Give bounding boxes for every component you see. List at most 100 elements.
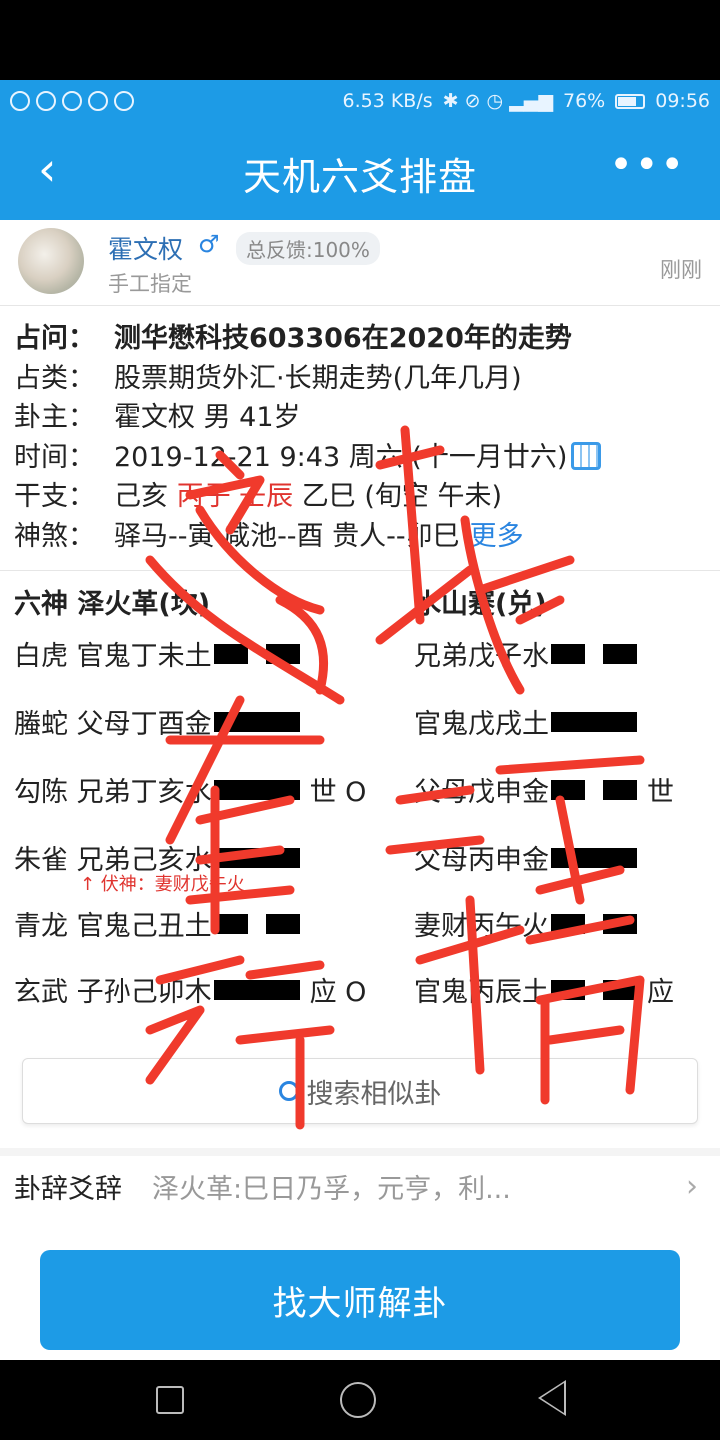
yao-mark: 应: [647, 977, 674, 1008]
battery-percent: 76%: [563, 90, 606, 112]
find-master-button[interactable]: 找大师解卦: [40, 1250, 680, 1350]
yao-line-right: 父母戊申金 世: [414, 770, 674, 809]
yao-text: 青龙 官鬼己丑土: [14, 911, 212, 942]
yao-line-right: 官鬼丙辰土 应: [414, 970, 674, 1009]
battery-icon: [615, 93, 646, 109]
search-similar-button[interactable]: 搜索相似卦: [22, 1058, 698, 1124]
owner-row: 卦主： 霍文权 男 41岁: [14, 395, 714, 435]
yao-line-left: 玄武 子孙己卯木 应 O: [14, 970, 366, 1009]
fushen-note: ↑ 伏神：妻财戊午火: [80, 874, 245, 895]
shensha-label: 神煞：: [14, 520, 95, 552]
back-nav-icon[interactable]: [538, 1380, 566, 1416]
feedback-badge: 总反馈:100%: [236, 232, 380, 265]
yao-line-left: 螣蛇 父母丁酉金: [14, 702, 310, 741]
ganzhi-label: 干支：: [14, 481, 95, 512]
time-ago: 刚刚: [660, 258, 702, 282]
user-name[interactable]: 霍文权: [108, 230, 183, 266]
section-divider: [0, 1148, 720, 1156]
ganzhi-year: 己亥: [114, 481, 168, 512]
yao-text: 螣蛇 父母丁酉金: [14, 709, 212, 740]
category-label: 占类：: [14, 362, 95, 394]
owner-label: 卦主：: [14, 402, 95, 433]
top-black-bar: [0, 0, 720, 80]
status-bar: 6.53 KB/s ✱ ⊘ ◷ ▂▄▆ 76% 09:56: [0, 80, 720, 122]
search-similar-label: 搜索相似卦: [306, 1078, 442, 1110]
guaci-row[interactable]: 卦辞爻辞 泽火革:巳日乃孚，元亨，利... ›: [14, 1164, 714, 1208]
more-link[interactable]: 更多: [470, 521, 524, 552]
yao-line-right: 官鬼戊戌土: [414, 702, 647, 741]
yao-text: 官鬼戊戌土: [414, 709, 549, 740]
divination-info: 占问： 测华懋科技603306在2020年的走势 占类： 股票期货外汇·长期走势(几…: [14, 316, 714, 553]
question-text: 测华懋科技603306在2020年的走势: [114, 323, 572, 354]
yao-bar: [551, 847, 637, 868]
guaci-label: 卦辞爻辞: [14, 1173, 122, 1205]
yao-line-left: 青龙 官鬼己丑土: [14, 904, 310, 943]
ganzhi-hour: 乙巳 (旬空 午未): [301, 481, 503, 512]
yao-text: 官鬼丙辰土: [414, 977, 549, 1008]
notification-icon: [62, 91, 82, 111]
clock: 09:56: [655, 90, 710, 112]
yao-line-right: 妻财丙午火: [414, 904, 647, 943]
time-label: 时间：: [14, 441, 95, 473]
yao-text: 父母戊申金: [414, 777, 549, 808]
time-row: 时间： 2019-12-21 9:43 周六 (十一月廿六): [14, 435, 714, 475]
battery-fill: [618, 96, 637, 106]
hexagram-right-header: 水山蹇(兑): [414, 589, 547, 620]
user-subtitle: 手工指定: [108, 272, 192, 296]
yao-text: 勾陈 兄弟丁亥水: [14, 777, 212, 808]
yao-text: 妻财丙午火: [414, 911, 549, 942]
question-label: 占问：: [14, 323, 95, 354]
yao-text: 兄弟戊子水: [414, 641, 549, 672]
notification-icon: [36, 91, 56, 111]
home-icon[interactable]: [340, 1382, 376, 1418]
ganzhi-row: 干支： 己亥 丙子 壬辰 乙巳 (旬空 午未): [14, 474, 714, 514]
more-menu-icon[interactable]: •••: [609, 142, 686, 188]
shensha-text: 驿马--寅 咸池--酉 贵人--卯巳: [114, 520, 460, 552]
yao-text: 玄武 子孙己卯木: [14, 977, 212, 1008]
yao-bar: [551, 779, 637, 800]
yao-bar: [213, 979, 300, 1000]
yao-text: 白虎 官鬼丁未土: [14, 641, 212, 672]
yao-bar: [213, 711, 300, 732]
network-speed: 6.53 KB/s: [342, 90, 433, 112]
notification-icons: [10, 91, 134, 111]
system-nav-bar: [0, 1360, 720, 1440]
search-icon: [278, 1081, 299, 1101]
yao-bar: [551, 979, 637, 1000]
ganzhi-month-day: 丙子 壬辰: [176, 481, 294, 512]
chevron-right-icon: ›: [686, 1168, 698, 1204]
category-text: 股票期货外汇·长期走势(几年几月): [114, 362, 522, 394]
signal-icon: ✱ ⊘ ◷ ▂▄▆: [442, 90, 553, 112]
yao-mark: 世: [647, 777, 674, 808]
shensha-row: 神煞： 驿马--寅 咸池--酉 贵人--卯巳 更多: [14, 514, 714, 554]
yao-bar: [551, 643, 637, 664]
notification-icon: [114, 91, 134, 111]
yao-line-right: 兄弟戊子水: [414, 634, 647, 673]
yao-bar: [213, 779, 300, 800]
calendar-icon[interactable]: [571, 441, 602, 470]
yao-line-left: 白虎 官鬼丁未土: [14, 634, 310, 673]
hexagram-left-header: 六神 泽火革(坎): [14, 589, 211, 620]
avatar[interactable]: [18, 228, 84, 294]
time-text: 2019-12-21 9:43 周六 (十一月廿六): [114, 441, 568, 473]
yao-text: 父母丙申金: [414, 845, 549, 876]
question-row: 占问： 测华懋科技603306在2020年的走势: [14, 316, 714, 356]
notification-icon: [88, 91, 108, 111]
divider: [0, 570, 720, 571]
content: 霍文权 ♂ 总反馈:100% 手工指定 刚刚 占问： 测华懋科技603306在20…: [0, 220, 720, 1360]
category-row: 占类： 股票期货外汇·长期走势(几年几月): [14, 356, 714, 396]
hexagram-panel: 六神 泽火革(坎) 水山蹇(兑) 白虎 官鬼丁未土 螣蛇 父母丁酉金 勾陈 兄弟…: [0, 578, 720, 1018]
recent-apps-icon[interactable]: [156, 1386, 184, 1414]
yao-mark: 世 O: [309, 777, 367, 808]
yao-bar: [551, 711, 637, 732]
yao-line-right: 父母丙申金: [414, 838, 647, 877]
yao-bar: [213, 913, 300, 934]
notification-icon: [10, 91, 30, 111]
yao-line-left: 勾陈 兄弟丁亥水 世 O: [14, 770, 366, 809]
yao-bar: [213, 847, 300, 868]
user-row[interactable]: 霍文权 ♂ 总反馈:100% 手工指定 刚刚: [0, 220, 720, 306]
guaci-preview: 泽火革:巳日乃孚，元亨，利...: [152, 1173, 511, 1205]
male-icon: ♂: [198, 230, 220, 258]
owner-text: 霍文权 男 41岁: [114, 402, 301, 433]
yao-bar: [213, 643, 300, 664]
